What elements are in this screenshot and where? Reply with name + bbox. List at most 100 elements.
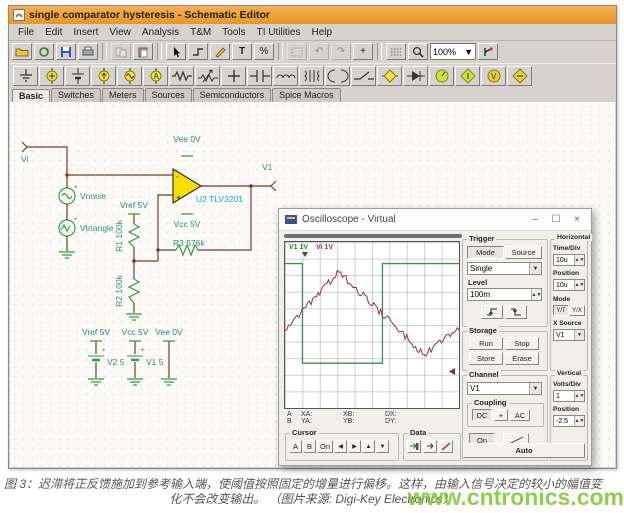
cursor-right-icon[interactable]: ▶ (348, 440, 361, 453)
trigger-source-button[interactable]: Source (505, 246, 542, 259)
menu-ti-utilities[interactable]: TI Utilities (252, 26, 306, 39)
voltage-source-icon[interactable] (39, 66, 64, 86)
transformer-icon[interactable] (299, 66, 324, 86)
meter4-icon[interactable] (507, 66, 532, 86)
export-data-icon[interactable] (407, 440, 421, 453)
cursor-a-button[interactable]: A (289, 440, 302, 453)
pointer-icon[interactable] (166, 43, 186, 60)
menu-view[interactable]: View (104, 26, 136, 39)
yx-mode-button[interactable]: Y/X (569, 305, 585, 316)
ground-icon[interactable] (13, 66, 38, 86)
maximize-button[interactable]: ☐ (548, 214, 564, 225)
switch-icon[interactable] (351, 66, 376, 86)
label-u2: U2 TLV3201 (196, 194, 243, 204)
menu-analysis[interactable]: Analysis (137, 26, 184, 39)
time-div-input[interactable]: 10u▲▼ (553, 254, 585, 266)
zoom-in-icon[interactable]: + (353, 43, 373, 60)
select-region-icon[interactable] (287, 43, 307, 60)
interactive-mode-icon[interactable] (478, 43, 498, 60)
save-icon[interactable] (56, 43, 76, 60)
resistor-icon[interactable] (169, 66, 194, 86)
measure-icon[interactable]: % (254, 43, 274, 60)
resistor-r1[interactable] (129, 224, 139, 247)
minimize-button[interactable]: – (527, 214, 543, 225)
inductor-icon[interactable] (273, 66, 298, 86)
run-button[interactable]: Run (469, 337, 503, 350)
channel-select[interactable]: V1▼ (467, 382, 542, 395)
tab-meters[interactable]: Meters (102, 88, 144, 102)
app-titlebar[interactable]: single comparator hysteresis - Schematic… (9, 6, 616, 24)
coupled-inductor-icon[interactable] (325, 66, 350, 86)
zoom-select[interactable]: 100%▼ (430, 43, 476, 60)
rising-edge-button[interactable] (481, 305, 503, 319)
menu-tm[interactable]: T&M (185, 26, 216, 39)
x-source-select[interactable]: V1▼ (553, 329, 585, 341)
auto-button[interactable]: Auto (463, 443, 585, 458)
paste-icon[interactable] (133, 43, 153, 60)
v-position-input[interactable]: -2.5▲▼ (553, 415, 585, 427)
battery-icon[interactable] (65, 66, 90, 86)
cursor-marker-icon[interactable] (449, 368, 455, 375)
trigger-level-input[interactable]: 100m▲▼ (467, 288, 542, 301)
print-icon[interactable] (78, 43, 98, 60)
stop-button[interactable]: Stop (505, 337, 539, 350)
cursor-left-icon[interactable]: ◀ (334, 440, 347, 453)
cursor-down-icon[interactable]: ▼ (376, 440, 389, 453)
trimmer-icon[interactable] (221, 66, 246, 86)
resistor-r2[interactable] (129, 279, 139, 303)
tab-switches[interactable]: Switches (51, 88, 101, 102)
capacitor-icon[interactable] (247, 66, 272, 86)
menu-tools[interactable]: Tools (217, 26, 250, 39)
trigger-mode-button[interactable]: Mode (467, 246, 504, 259)
cursor-b-button[interactable]: B (303, 440, 316, 453)
meter3-icon[interactable]: V (481, 66, 506, 86)
tab-semiconductors[interactable]: Semiconductors (193, 88, 272, 102)
h-position-input[interactable]: 10u▲▼ (553, 279, 585, 291)
meter1-icon[interactable] (429, 66, 454, 86)
redo-icon[interactable]: ↷ (331, 43, 351, 60)
close-button[interactable]: × (569, 214, 585, 225)
ac-coupling-button[interactable]: AC (510, 409, 530, 421)
wire-icon[interactable] (188, 43, 208, 60)
magnifier-icon[interactable] (408, 43, 428, 60)
scope-position-slider[interactable] (284, 234, 462, 238)
text-tool-icon[interactable]: T (232, 43, 252, 60)
erase-button[interactable]: Erase (505, 352, 539, 365)
wires[interactable] (22, 142, 276, 378)
store-button[interactable]: Store (469, 352, 503, 365)
copy-icon[interactable] (111, 43, 131, 60)
diode-icon[interactable] (403, 66, 428, 86)
refresh-icon[interactable] (34, 43, 54, 60)
menu-insert[interactable]: Insert (68, 26, 103, 39)
cursor-up-icon[interactable]: ▲ (362, 440, 375, 453)
volts-div-label: Volts/Div (553, 381, 581, 388)
scope-titlebar[interactable]: Oscilloscope - Virtual – ☐ × (279, 209, 591, 231)
menu-edit[interactable]: Edit (40, 26, 67, 39)
meter2-icon[interactable] (455, 66, 480, 86)
undo-icon[interactable]: ↶ (309, 43, 329, 60)
yt-mode-button[interactable]: Y/T (553, 305, 569, 316)
clear-data-icon[interactable] (439, 440, 453, 453)
tab-basic[interactable]: Basic (12, 89, 50, 103)
falling-edge-button[interactable] (505, 305, 527, 319)
tab-sources[interactable]: Sources (145, 88, 192, 102)
dc-coupling-button[interactable]: DC (472, 409, 492, 421)
import-data-icon[interactable] (423, 440, 437, 453)
voltage-generator-icon[interactable] (117, 66, 142, 86)
tab-spice-macros[interactable]: Spice Macros (272, 88, 341, 102)
menu-file[interactable]: File (13, 26, 39, 39)
pencil-icon[interactable] (210, 43, 230, 60)
cursor-on-button[interactable]: On (317, 440, 333, 453)
open-folder-icon[interactable] (12, 43, 32, 60)
potentiometer-icon[interactable] (195, 66, 220, 86)
vtriangle-source[interactable] (59, 220, 75, 236)
gnd-coupling-button[interactable]: + (494, 409, 508, 421)
menu-help[interactable]: Help (307, 26, 338, 39)
volts-div-input[interactable]: 1▲▼ (553, 390, 585, 402)
ammeter-icon[interactable]: A (143, 66, 168, 86)
trigger-type-select[interactable]: Single▼ (467, 262, 542, 275)
grid-icon[interactable] (386, 43, 406, 60)
controlled-source-icon[interactable] (377, 66, 402, 86)
current-source-icon[interactable] (91, 66, 116, 86)
svg-text:+: + (74, 217, 78, 223)
